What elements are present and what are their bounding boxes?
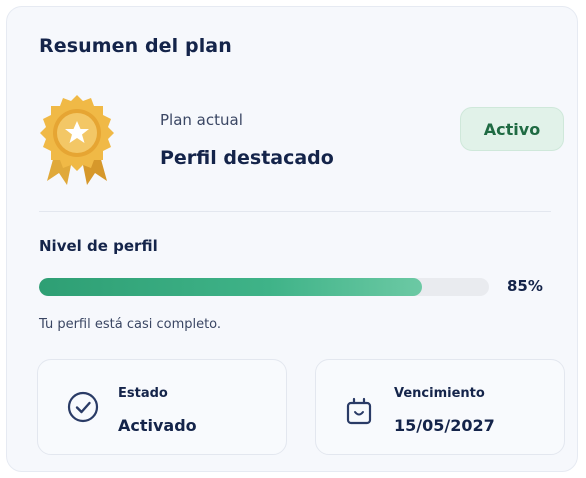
medal-star-icon: [37, 93, 117, 189]
plan-name: Perfil destacado: [160, 147, 334, 169]
check-circle-icon: [66, 390, 100, 424]
profile-level-label: Nivel de perfil: [39, 237, 158, 255]
card-title: Resumen del plan: [39, 35, 232, 57]
status-value: Activado: [118, 416, 197, 435]
plan-caption: Plan actual: [160, 111, 243, 129]
status-info-box: Estado Activado: [37, 359, 287, 455]
profile-progress-value: 85%: [507, 277, 543, 295]
expiry-info-box: Vencimiento 15/05/2027: [315, 359, 565, 455]
profile-hint: Tu perfil está casi completo.: [39, 317, 222, 332]
status-badge: Activo: [460, 107, 564, 151]
expiry-label: Vencimiento: [394, 386, 485, 401]
status-label: Estado: [118, 386, 168, 401]
divider: [39, 211, 551, 212]
profile-progress-fill: [39, 278, 422, 296]
expiry-value: 15/05/2027: [394, 416, 495, 435]
plan-summary-card: Resumen del plan Plan actual Perfil dest…: [6, 6, 578, 472]
profile-progress-bar: [39, 278, 489, 296]
calendar-bag-icon: [342, 394, 376, 428]
